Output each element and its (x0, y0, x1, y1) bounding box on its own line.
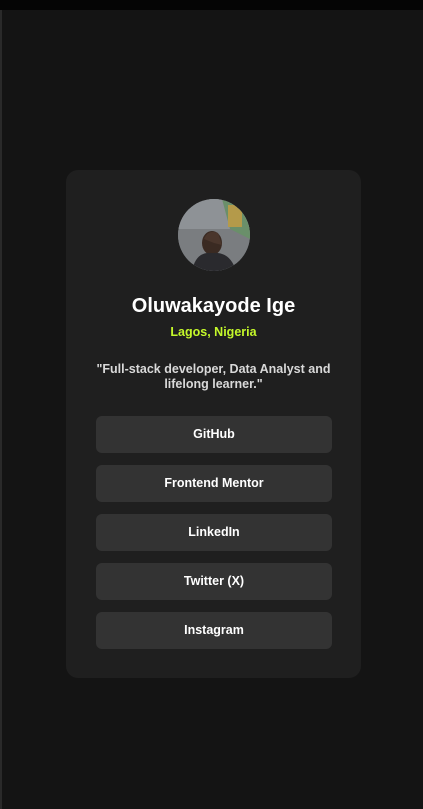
profile-name: Oluwakayode Ige (131, 295, 296, 317)
top-bar (0, 0, 423, 10)
profile-card: Oluwakayode Ige Lagos, Nigeria "Full-sta… (66, 170, 361, 678)
github-link-button[interactable]: GitHub (96, 416, 332, 453)
linkedin-link-button[interactable]: LinkedIn (96, 514, 332, 551)
avatar (178, 199, 250, 271)
social-links: GitHub Frontend Mentor LinkedIn Twitter … (96, 416, 332, 661)
frontend-mentor-link-button[interactable]: Frontend Mentor (96, 465, 332, 502)
instagram-link-button[interactable]: Instagram (96, 612, 332, 649)
avatar-image (178, 199, 250, 271)
profile-location: Lagos, Nigeria (170, 325, 257, 339)
twitter-link-button[interactable]: Twitter (X) (96, 563, 332, 600)
profile-bio: "Full-stack developer, Data Analyst and … (96, 362, 331, 391)
window-edge (0, 10, 2, 809)
